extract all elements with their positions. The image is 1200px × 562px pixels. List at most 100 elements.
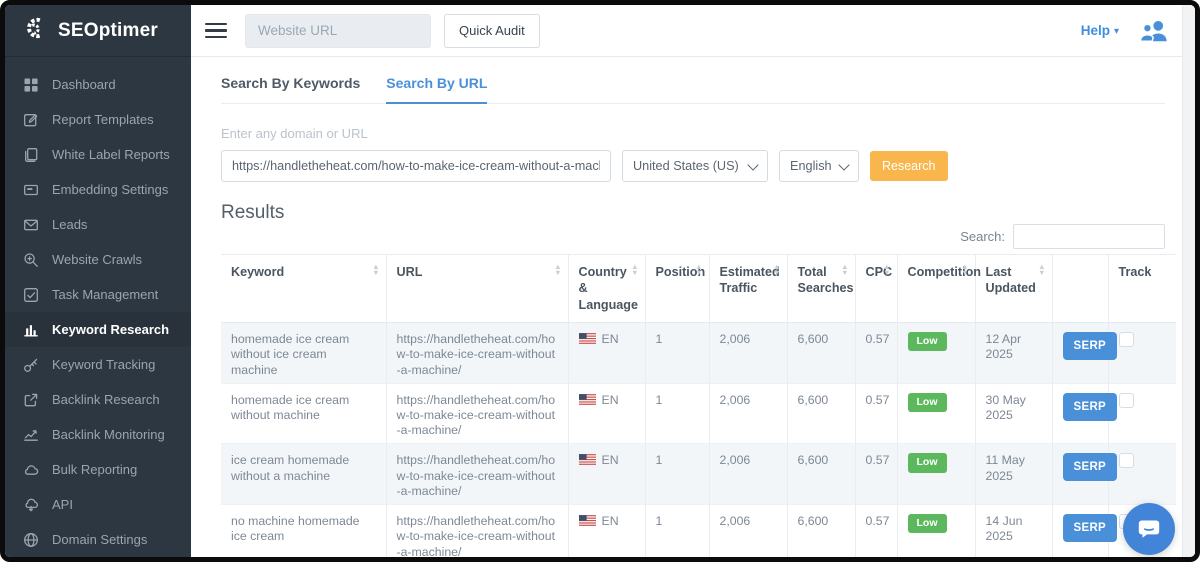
sidebar-item-label: Backlink Monitoring <box>52 427 165 442</box>
scrollbar-track[interactable] <box>1182 5 1195 557</box>
sidebar-item-domain-settings[interactable]: Domain Settings <box>5 522 191 557</box>
quick-audit-button[interactable]: Quick Audit <box>444 14 540 48</box>
cloud-icon <box>22 461 39 478</box>
tab-search-by-url[interactable]: Search By URL <box>386 75 487 104</box>
cpc-cell: 0.57 <box>855 444 897 505</box>
keyword-cell: no machine homemade ice cream <box>221 505 386 557</box>
sidebar-item-label: Task Management <box>52 287 158 302</box>
sidebar: SEOptimer Dashboard Report Templates Whi… <box>5 5 191 557</box>
users-icon[interactable] <box>1139 18 1169 43</box>
envelope-icon <box>22 216 39 233</box>
sidebar-item-label: Keyword Tracking <box>52 357 155 372</box>
sidebar-item-label: Bulk Reporting <box>52 462 137 477</box>
position-cell: 1 <box>645 505 709 557</box>
serp-cell: SERP <box>1052 383 1108 444</box>
table-body: homemade ice cream without ice cream mac… <box>221 323 1176 557</box>
app-window: SEOptimer Dashboard Report Templates Whi… <box>0 0 1200 562</box>
us-flag-icon <box>579 515 596 530</box>
track-checkbox[interactable] <box>1119 332 1134 347</box>
sort-icon: ▲▼ <box>1038 264 1045 276</box>
table-search-row: Search: <box>221 224 1165 249</box>
competition-badge: Low <box>908 453 947 472</box>
help-dropdown[interactable]: Help▾ <box>1081 23 1119 38</box>
table-row: homemade ice cream without ice cream mac… <box>221 323 1176 384</box>
column-header-label: Estimated Traffic <box>720 265 780 295</box>
column-header-country-language[interactable]: Country & Language ▲▼ <box>568 255 645 323</box>
magnifier-plus-icon <box>22 251 39 268</box>
language-code: EN <box>602 332 619 347</box>
competition-cell: Low <box>897 383 975 444</box>
content: Search By Keywords Search By URL Enter a… <box>191 57 1195 557</box>
table-search-input[interactable] <box>1013 224 1165 249</box>
sidebar-item-backlink-monitoring[interactable]: Backlink Monitoring <box>5 417 191 452</box>
position-cell: 1 <box>645 323 709 384</box>
chat-bubble-icon[interactable] <box>1123 503 1175 555</box>
sidebar-item-website-crawls[interactable]: Website Crawls <box>5 242 191 277</box>
sidebar-item-api[interactable]: API <box>5 487 191 522</box>
sidebar-item-embedding-settings[interactable]: Embedding Settings <box>5 172 191 207</box>
serp-button[interactable]: SERP <box>1063 332 1118 360</box>
country-select[interactable]: United States (US) <box>622 150 768 182</box>
hamburger-icon[interactable] <box>205 23 227 39</box>
research-button[interactable]: Research <box>870 151 948 181</box>
column-header-url[interactable]: URL ▲▼ <box>386 255 568 323</box>
url-cell: https://handletheheat.com/how-to-make-ic… <box>386 323 568 384</box>
column-header-estimated-traffic[interactable]: Estimated Traffic ▲▼ <box>709 255 787 323</box>
cpc-cell: 0.57 <box>855 505 897 557</box>
website-url-input[interactable] <box>245 14 431 48</box>
cpc-cell: 0.57 <box>855 323 897 384</box>
competition-cell: Low <box>897 444 975 505</box>
column-header-last-updated[interactable]: Last Updated ▲▼ <box>975 255 1052 323</box>
task-check-icon <box>22 286 39 303</box>
brand-logo[interactable]: SEOptimer <box>5 5 191 57</box>
us-flag-icon <box>579 394 596 409</box>
table-row: homemade ice cream without machine https… <box>221 383 1176 444</box>
competition-badge: Low <box>908 332 947 351</box>
edit-report-icon <box>22 111 39 128</box>
sidebar-item-leads[interactable]: Leads <box>5 207 191 242</box>
column-header-position[interactable]: Position ▲▼ <box>645 255 709 323</box>
column-header-keyword[interactable]: Keyword ▲▼ <box>221 255 386 323</box>
country-language-cell: EN <box>568 323 645 384</box>
sidebar-item-bulk-reporting[interactable]: Bulk Reporting <box>5 452 191 487</box>
line-chart-icon <box>22 426 39 443</box>
serp-button[interactable]: SERP <box>1063 453 1118 481</box>
competition-cell: Low <box>897 505 975 557</box>
language-select[interactable]: English <box>779 150 859 182</box>
serp-button[interactable]: SERP <box>1063 393 1118 421</box>
serp-button[interactable]: SERP <box>1063 514 1118 542</box>
embed-window-icon <box>22 181 39 198</box>
sidebar-item-keyword-research[interactable]: Keyword Research <box>5 312 191 347</box>
domain-url-input[interactable] <box>221 150 611 182</box>
sidebar-item-keyword-tracking[interactable]: Keyword Tracking <box>5 347 191 382</box>
column-header-label: Competition <box>908 265 981 279</box>
sidebar-item-white-label-reports[interactable]: White Label Reports <box>5 137 191 172</box>
brand-name: SEOptimer <box>58 20 158 42</box>
sidebar-item-label: Keyword Research <box>52 322 169 337</box>
track-checkbox[interactable] <box>1119 453 1134 468</box>
competition-cell: Low <box>897 323 975 384</box>
total-searches-cell: 6,600 <box>787 505 855 557</box>
sort-icon: ▲▼ <box>695 264 702 276</box>
estimated-traffic-cell: 2,006 <box>709 505 787 557</box>
sidebar-item-task-management[interactable]: Task Management <box>5 277 191 312</box>
column-header-competition[interactable]: Competition ▲▼ <box>897 255 975 323</box>
track-cell <box>1108 383 1176 444</box>
sort-icon: ▲▼ <box>841 264 848 276</box>
country-language-cell: EN <box>568 383 645 444</box>
column-header-cpc[interactable]: CPC ▲▼ <box>855 255 897 323</box>
sort-icon: ▲▼ <box>372 264 379 276</box>
sidebar-item-backlink-research[interactable]: Backlink Research <box>5 382 191 417</box>
track-checkbox[interactable] <box>1119 393 1134 408</box>
competition-badge: Low <box>908 514 947 533</box>
sidebar-item-report-templates[interactable]: Report Templates <box>5 102 191 137</box>
country-language-cell: EN <box>568 505 645 557</box>
country-language-cell: EN <box>568 444 645 505</box>
sidebar-item-label: Embedding Settings <box>52 182 168 197</box>
url-cell: https://handletheheat.com/how-to-make-ic… <box>386 383 568 444</box>
track-cell <box>1108 444 1176 505</box>
tab-search-by-keywords[interactable]: Search By Keywords <box>221 75 360 103</box>
position-cell: 1 <box>645 383 709 444</box>
sidebar-item-dashboard[interactable]: Dashboard <box>5 67 191 102</box>
column-header-total-searches[interactable]: Total Searches ▲▼ <box>787 255 855 323</box>
